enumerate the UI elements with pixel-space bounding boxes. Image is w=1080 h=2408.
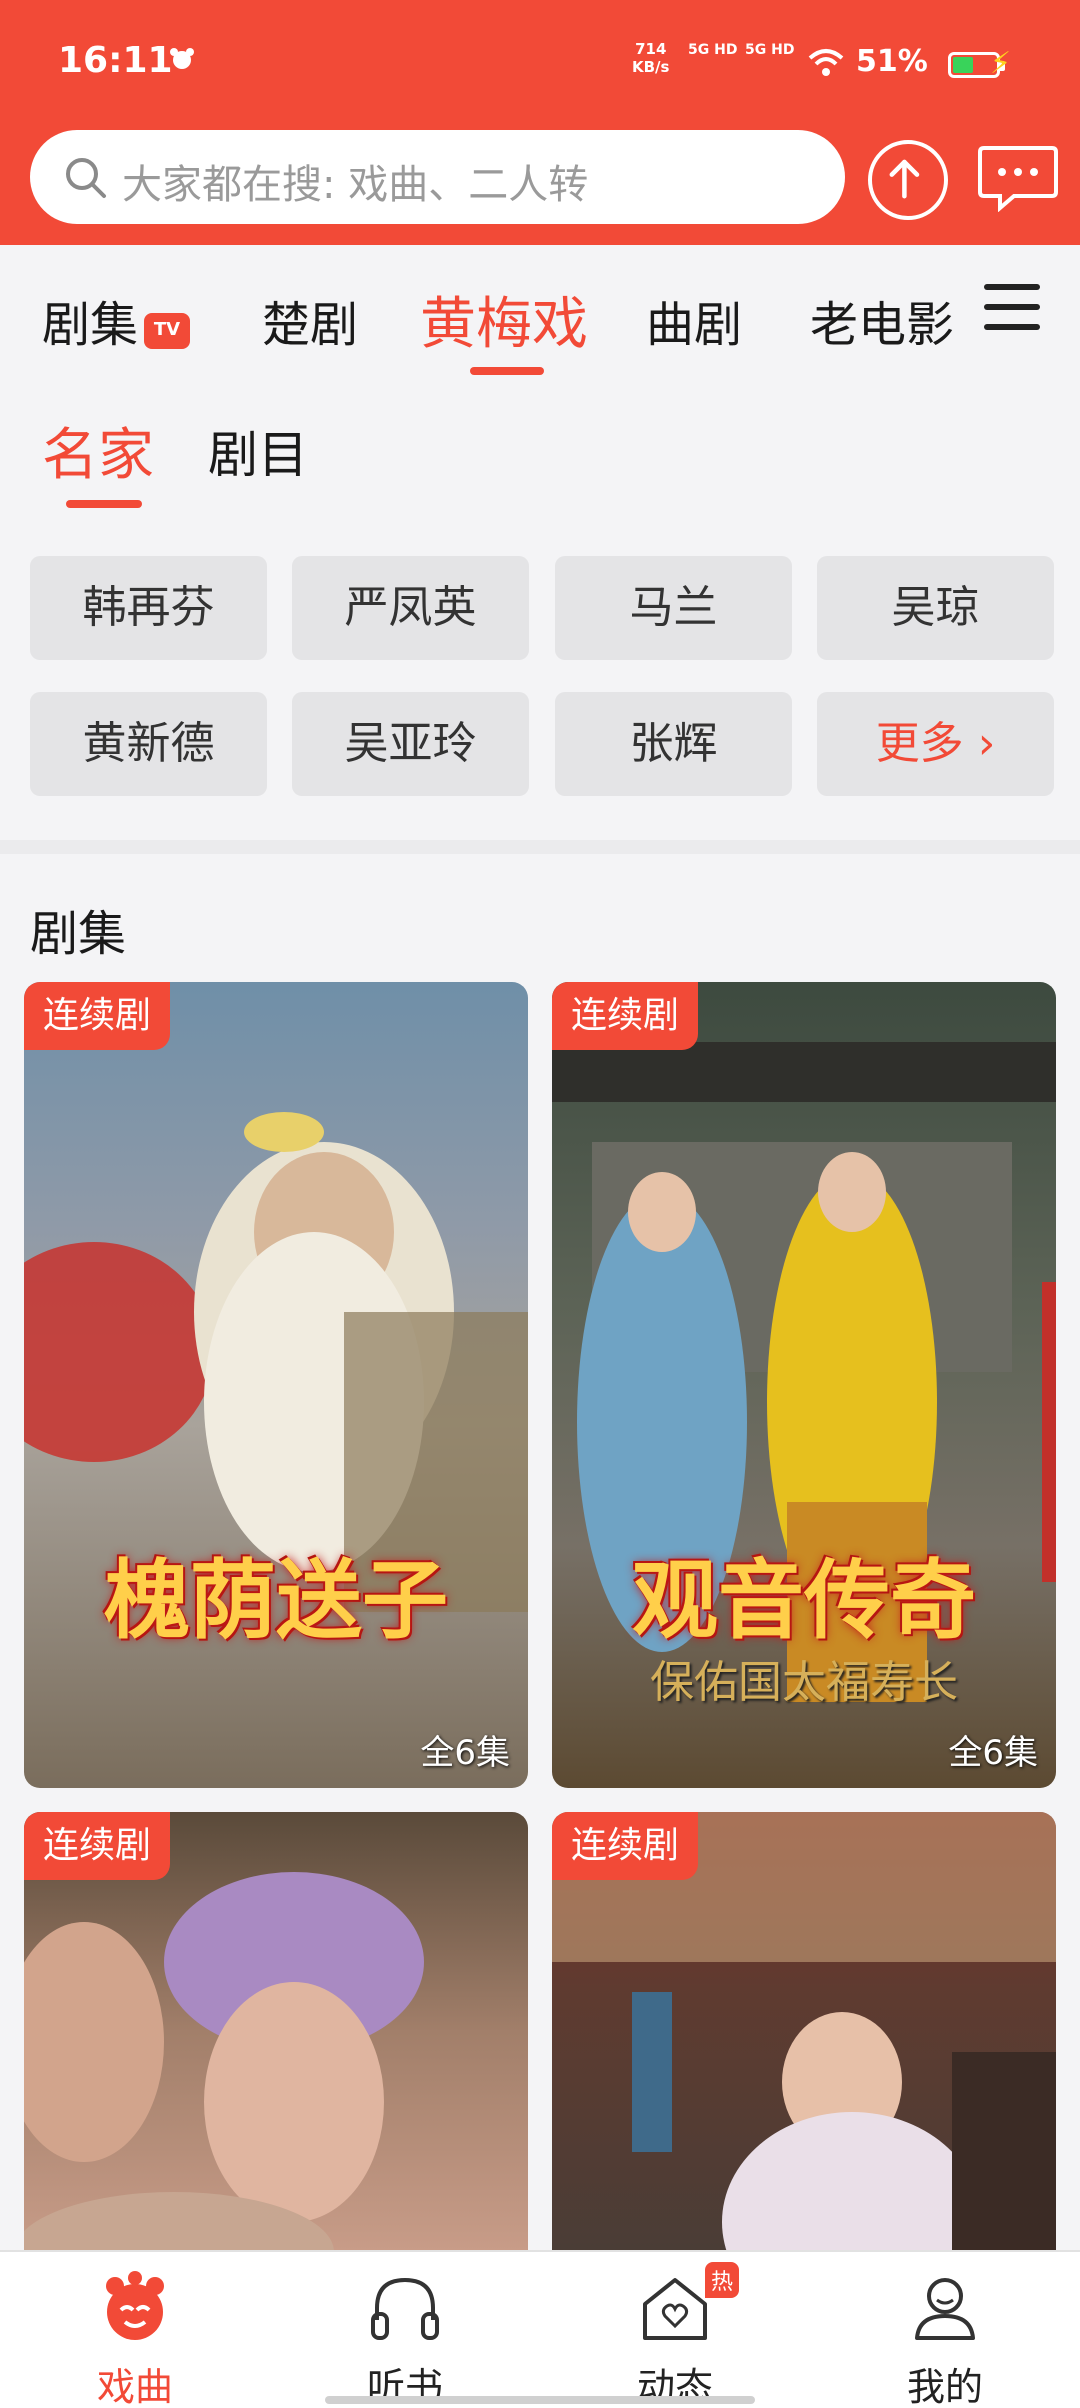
hot-badge: 热 xyxy=(705,2262,740,2298)
charging-icon: ⚡ xyxy=(990,46,1012,81)
subtab-mingjia[interactable]: 名家 xyxy=(42,410,154,491)
more-artists-button[interactable]: 更多 › xyxy=(817,692,1054,796)
artist-chip[interactable]: 吴琼 xyxy=(817,556,1054,660)
serial-badge: 连续剧 xyxy=(24,1812,170,1880)
tab-chuju[interactable]: 楚剧 xyxy=(262,285,358,355)
notification-mascot-icon xyxy=(170,48,194,69)
serial-badge: 连续剧 xyxy=(24,982,170,1050)
signal-2-label: 5G HD xyxy=(745,42,795,58)
status-time: 16:11 xyxy=(58,40,173,81)
menu-icon[interactable] xyxy=(980,280,1044,334)
search-placeholder: 大家都在搜: 戏曲、二人转 xyxy=(122,162,589,208)
tab-laodianying[interactable]: 老电影 xyxy=(810,285,955,355)
subtab-indicator xyxy=(66,500,142,508)
serial-badge: 连续剧 xyxy=(552,1812,698,1880)
message-icon[interactable] xyxy=(978,144,1058,212)
artist-chip[interactable]: 严凤英 xyxy=(292,556,529,660)
battery-percent: 51% xyxy=(856,44,928,79)
tab-huangmeixi[interactable]: 黄梅戏 xyxy=(420,279,588,360)
active-tab-indicator xyxy=(470,367,544,375)
drama-card[interactable]: 连续剧 xyxy=(24,1812,528,2252)
nav-xiqu[interactable]: 戏曲 xyxy=(0,2252,270,2408)
tab-juji-label: 剧集 xyxy=(42,297,139,353)
artist-chip[interactable]: 吴亚玲 xyxy=(292,692,529,796)
search-bar[interactable]: 大家都在搜: 戏曲、二人转 xyxy=(30,130,845,224)
status-bar: 16:11 714 KB/s 5G HD 5G HD 51% ⚡ xyxy=(0,0,1080,125)
drama-card[interactable]: 连续剧 槐荫送子 全6集 xyxy=(24,982,528,1788)
nav-label: 我的 xyxy=(906,2365,983,2408)
net-speed-value: 714 xyxy=(635,40,667,58)
search-icon xyxy=(66,158,106,198)
card-thumbnail-image xyxy=(24,1112,528,1612)
home-indicator[interactable] xyxy=(325,2396,755,2404)
chevron-right-icon: › xyxy=(977,718,996,769)
card-title: 观音传奇 xyxy=(632,1551,976,1651)
headphones-icon xyxy=(371,2277,439,2340)
artist-chip[interactable]: 黄新德 xyxy=(30,692,267,796)
net-speed-unit: KB/s xyxy=(632,58,670,76)
signal-1-label: 5G HD xyxy=(688,42,738,58)
nav-label: 戏曲 xyxy=(96,2365,173,2408)
nav-wode[interactable]: 我的 xyxy=(810,2252,1080,2408)
category-tabs: 剧集 TV 楚剧 黄梅戏 曲剧 老电影 xyxy=(0,245,1080,385)
drama-card[interactable]: 连续剧 xyxy=(552,1812,1056,2252)
episode-count: 全6集 xyxy=(948,1733,1038,1773)
opera-mascot-icon xyxy=(106,2271,164,2340)
home-heart-icon xyxy=(643,2278,707,2340)
episode-count: 全6集 xyxy=(420,1733,510,1773)
section-title: 剧集 xyxy=(30,906,127,962)
more-label: 更多 xyxy=(875,718,964,769)
serial-badge: 连续剧 xyxy=(552,982,698,1050)
section-divider xyxy=(0,840,1080,854)
nav-dongtai[interactable]: 热 动态 xyxy=(540,2252,810,2408)
tab-quju[interactable]: 曲剧 xyxy=(646,285,742,355)
upload-icon[interactable] xyxy=(868,140,948,220)
wifi-icon xyxy=(808,49,844,76)
tab-juji[interactable]: 剧集 TV xyxy=(42,285,191,355)
nav-tingshu[interactable]: 听书 xyxy=(270,2252,540,2408)
app-header: 16:11 714 KB/s 5G HD 5G HD 51% ⚡ 大家都在搜: … xyxy=(0,0,1080,245)
artist-chip[interactable]: 韩再芬 xyxy=(30,556,267,660)
artist-chip[interactable]: 张辉 xyxy=(555,692,792,796)
drama-card[interactable]: 连续剧 观音传奇 保佑国太福寿长 全6集 xyxy=(552,982,1056,1788)
artist-chip[interactable]: 马兰 xyxy=(555,556,792,660)
tv-badge-icon: TV xyxy=(144,313,191,349)
tab-laodianying-label: 老电影 xyxy=(810,297,955,353)
card-title: 槐荫送子 xyxy=(104,1551,448,1651)
net-speed: 714 KB/s xyxy=(632,40,669,76)
user-icon xyxy=(915,2278,975,2340)
card-subtitle: 保佑国太福寿长 xyxy=(650,1657,958,1708)
subtab-jumu[interactable]: 剧目 xyxy=(208,415,308,487)
bottom-nav: 戏曲 听书 热 动态 我的 xyxy=(0,2250,1080,2408)
